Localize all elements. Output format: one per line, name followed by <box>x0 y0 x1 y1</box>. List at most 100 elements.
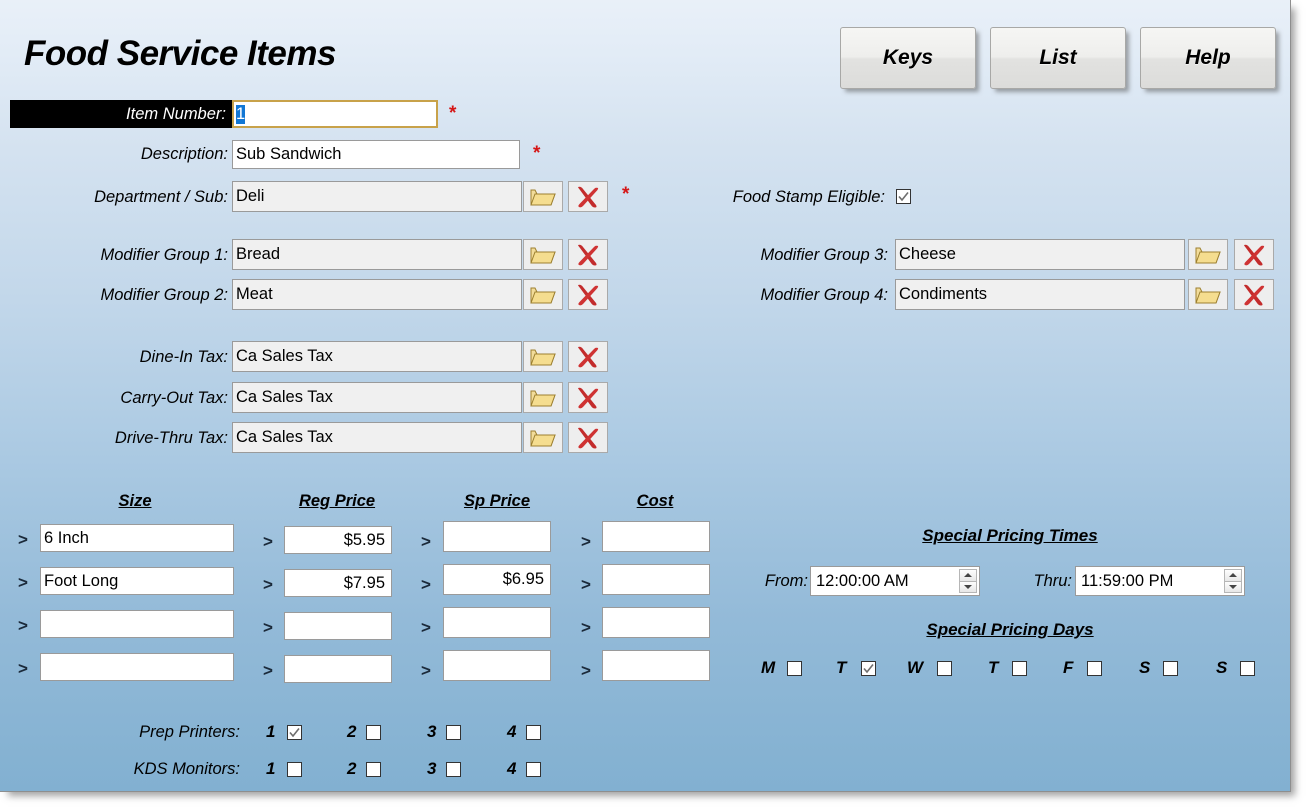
row-arrow: > <box>263 532 273 551</box>
sp-price-input-row-2[interactable]: $6.95 <box>443 564 551 595</box>
day-label-friday: F <box>1063 658 1074 677</box>
carry-out-tax-value: Ca Sales Tax <box>236 388 333 406</box>
folder-icon <box>530 428 556 448</box>
modifier-group-4-browse-button[interactable] <box>1188 279 1228 310</box>
from-time-spinner-up[interactable] <box>960 570 976 582</box>
department-sub-input[interactable]: Deli <box>232 181 522 212</box>
thru-time-spinner-up[interactable] <box>1225 570 1241 582</box>
special-pricing-from-input[interactable]: 12:00:00 AM <box>810 566 980 596</box>
modifier-group-4-input[interactable]: Condiments <box>895 279 1185 310</box>
day-checkbox-tuesday[interactable] <box>861 661 876 676</box>
modifier-group-1-value: Bread <box>236 245 281 263</box>
prep-printer-number-1: 1 <box>266 722 276 741</box>
food-stamp-eligible-checkbox[interactable] <box>896 189 911 204</box>
description-required-marker: * <box>533 143 541 164</box>
modifier-group-4-value: Condiments <box>899 285 988 303</box>
drive-thru-tax-input[interactable]: Ca Sales Tax <box>232 422 522 453</box>
list-button[interactable]: List <box>990 27 1126 89</box>
list-button-label: List <box>1039 46 1077 69</box>
dine-in-tax-label: Dine-In Tax: <box>139 348 228 366</box>
modifier-group-4-clear-button[interactable] <box>1234 279 1274 310</box>
reg-price-input-row-2[interactable]: $7.95 <box>284 569 392 597</box>
modifier-group-2-label: Modifier Group 2: <box>100 286 228 304</box>
modifier-group-2-input[interactable]: Meat <box>232 279 522 310</box>
from-time-spinner-down[interactable] <box>960 581 976 592</box>
special-pricing-thru-value: 11:59:00 PM <box>1081 571 1174 590</box>
special-pricing-days-heading: Special Pricing Days <box>926 620 1094 639</box>
help-button[interactable]: Help <box>1140 27 1276 89</box>
department-sub-browse-button[interactable] <box>523 181 563 212</box>
day-checkbox-friday[interactable] <box>1087 661 1102 676</box>
prep-printer-checkbox-1[interactable] <box>287 725 302 740</box>
reg-price-input-row-1[interactable]: $5.95 <box>284 526 392 554</box>
description-input[interactable]: Sub Sandwich <box>232 140 520 169</box>
day-label-monday: M <box>761 658 776 677</box>
modifier-group-3-browse-button[interactable] <box>1188 239 1228 270</box>
kds-monitor-number-1: 1 <box>266 759 276 778</box>
folder-icon <box>1195 245 1221 265</box>
modifier-group-1-clear-button[interactable] <box>568 239 608 270</box>
sp-price-input-row-1[interactable] <box>443 521 551 552</box>
sp-price-input-row-4[interactable] <box>443 650 551 681</box>
dine-in-tax-browse-button[interactable] <box>523 341 563 372</box>
help-button-label: Help <box>1185 46 1231 69</box>
day-checkbox-monday[interactable] <box>787 661 802 676</box>
modifier-group-3-input[interactable]: Cheese <box>895 239 1185 270</box>
special-pricing-times-heading: Special Pricing Times <box>922 526 1098 545</box>
row-arrow: > <box>421 575 431 594</box>
size-input-row-4[interactable] <box>40 653 234 681</box>
description-label: Description: <box>140 145 228 163</box>
size-input-row-1[interactable]: 6 Inch <box>40 524 234 552</box>
carry-out-tax-input[interactable]: Ca Sales Tax <box>232 382 522 413</box>
modifier-group-3-value: Cheese <box>899 245 956 263</box>
day-checkbox-sunday[interactable] <box>1240 661 1255 676</box>
cost-input-row-1[interactable] <box>602 521 710 552</box>
drive-thru-tax-value: Ca Sales Tax <box>236 428 333 446</box>
size-input-row-3[interactable] <box>40 610 234 638</box>
cost-input-row-2[interactable] <box>602 564 710 595</box>
prep-printer-checkbox-4[interactable] <box>526 725 541 740</box>
size-input-row-2[interactable]: Foot Long <box>40 567 234 595</box>
item-number-required-marker: * <box>449 103 457 124</box>
prep-printer-checkbox-3[interactable] <box>446 725 461 740</box>
cost-input-row-3[interactable] <box>602 607 710 638</box>
keys-button-label: Keys <box>882 46 934 69</box>
item-number-input[interactable]: 1 <box>232 100 438 128</box>
kds-monitor-checkbox-2[interactable] <box>366 762 381 777</box>
day-checkbox-wednesday[interactable] <box>937 661 952 676</box>
from-time-spinner[interactable] <box>959 569 977 593</box>
day-checkbox-thursday[interactable] <box>1012 661 1027 676</box>
drive-thru-tax-browse-button[interactable] <box>523 422 563 453</box>
thru-time-spinner[interactable] <box>1224 569 1242 593</box>
special-pricing-thru-input[interactable]: 11:59:00 PM <box>1075 566 1245 596</box>
modifier-group-1-browse-button[interactable] <box>523 239 563 270</box>
dine-in-tax-input[interactable]: Ca Sales Tax <box>232 341 522 372</box>
reg-price-input-row-3[interactable] <box>284 612 392 640</box>
modifier-group-2-clear-button[interactable] <box>568 279 608 310</box>
kds-monitor-checkbox-1[interactable] <box>287 762 302 777</box>
folder-icon <box>530 187 556 207</box>
reg-price-input-row-4[interactable] <box>284 655 392 683</box>
modifier-group-3-clear-button[interactable] <box>1234 239 1274 270</box>
special-pricing-thru-label: Thru: <box>1033 572 1072 590</box>
day-label-wednesday: W <box>907 658 924 677</box>
row-arrow: > <box>421 532 431 551</box>
modifier-group-1-input[interactable]: Bread <box>232 239 522 270</box>
delete-x-icon <box>575 185 601 209</box>
carry-out-tax-browse-button[interactable] <box>523 382 563 413</box>
row-arrow: > <box>263 575 273 594</box>
keys-button[interactable]: Keys <box>840 27 976 89</box>
kds-monitor-checkbox-3[interactable] <box>446 762 461 777</box>
cost-input-row-4[interactable] <box>602 650 710 681</box>
day-checkbox-saturday[interactable] <box>1163 661 1178 676</box>
prep-printer-checkbox-2[interactable] <box>366 725 381 740</box>
drive-thru-tax-clear-button[interactable] <box>568 422 608 453</box>
department-sub-clear-button[interactable] <box>568 181 608 212</box>
dine-in-tax-clear-button[interactable] <box>568 341 608 372</box>
thru-time-spinner-down[interactable] <box>1225 581 1241 592</box>
modifier-group-2-browse-button[interactable] <box>523 279 563 310</box>
size-value-row-2: Foot Long <box>44 571 119 590</box>
sp-price-input-row-3[interactable] <box>443 607 551 638</box>
kds-monitor-checkbox-4[interactable] <box>526 762 541 777</box>
carry-out-tax-clear-button[interactable] <box>568 382 608 413</box>
